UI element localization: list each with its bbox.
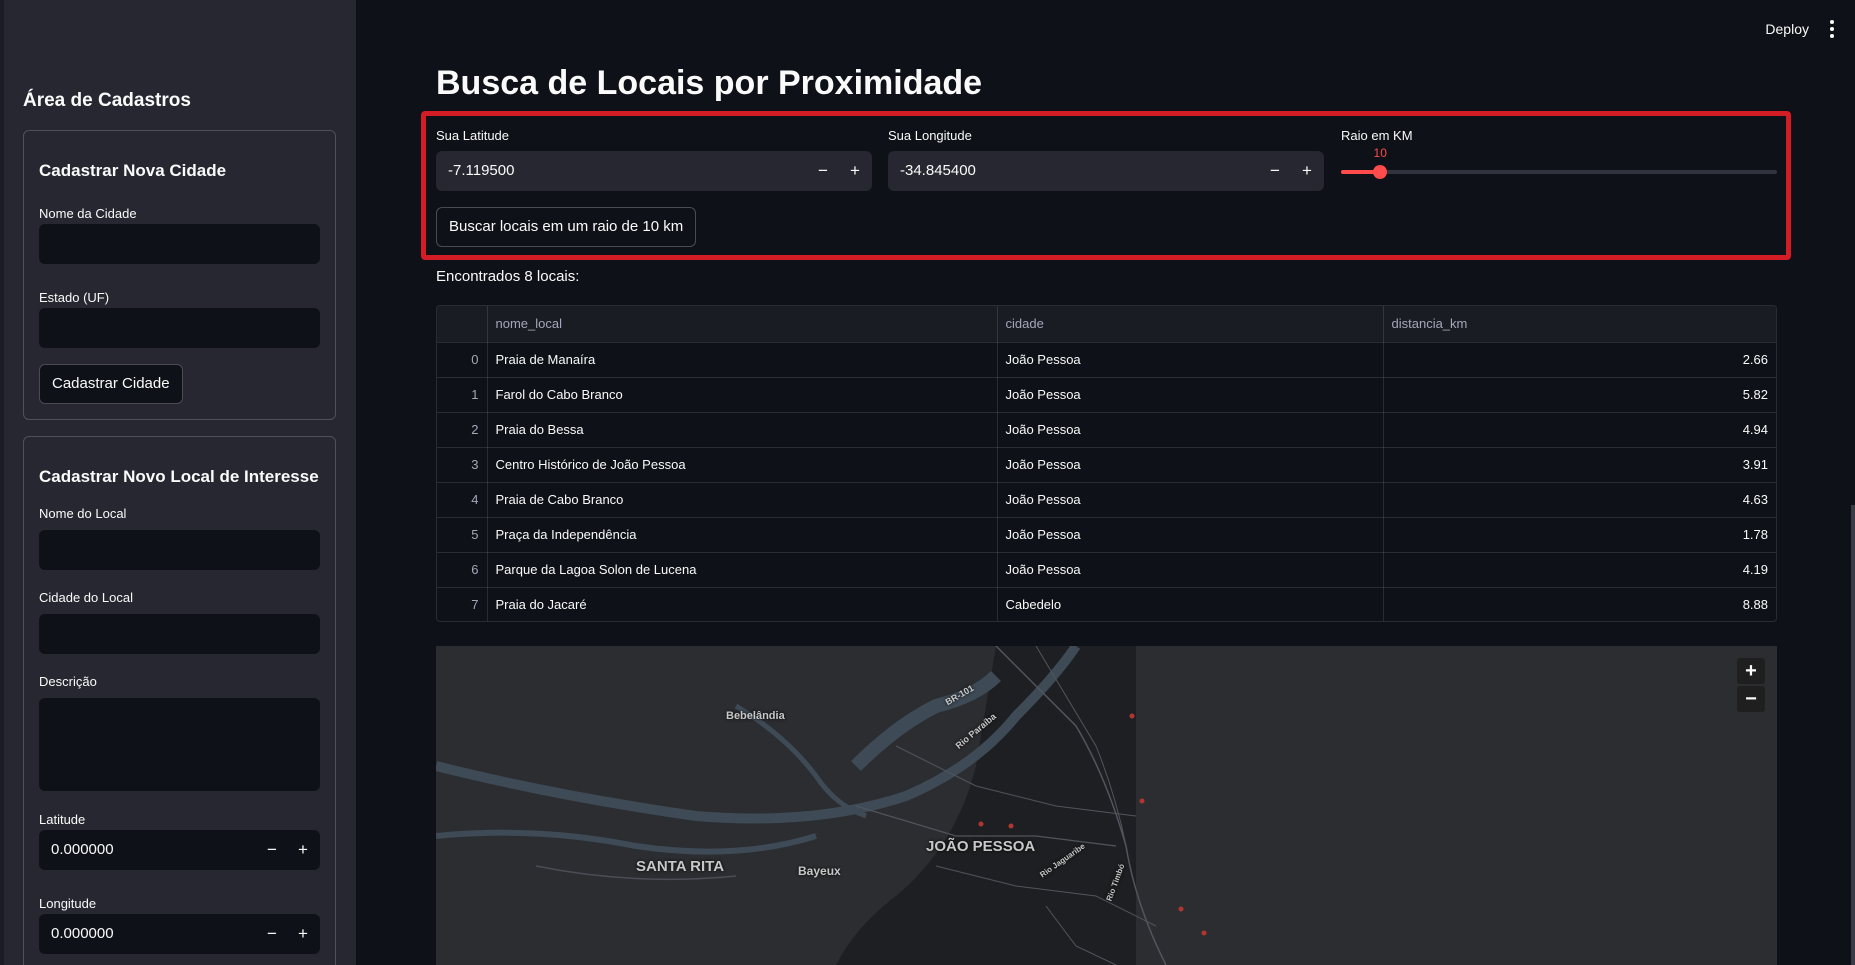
sidebar: Área de Cadastros Cadastrar Nova Cidade … — [0, 0, 356, 965]
row-index-cell: 6 — [437, 552, 488, 588]
map-tiles — [436, 646, 1777, 965]
place-lon-label: Longitude — [39, 896, 97, 911]
page-title: Busca de Locais por Proximidade — [436, 64, 983, 102]
map-label-santa-rita: SANTA RITA — [636, 858, 725, 875]
distancia-cell: 2.66 — [1383, 342, 1776, 378]
cidade-cell: Cabedelo — [997, 587, 1384, 621]
column-header-distancia[interactable]: distancia_km — [1383, 306, 1776, 343]
place-lat-input[interactable]: 0.000000 − + — [39, 830, 320, 870]
table-row[interactable]: 2 Praia do Bessa João Pessoa 4.94 — [437, 412, 1776, 448]
cidade-cell: João Pessoa — [997, 377, 1384, 413]
map-label-bebelandia: Bebelândia — [726, 710, 785, 722]
place-city-label: Cidade do Local — [39, 590, 133, 605]
place-lon-input[interactable]: 0.000000 − + — [39, 914, 320, 954]
row-index-cell: 2 — [437, 412, 488, 448]
nome-local-cell: Farol do Cabo Branco — [487, 377, 998, 413]
nome-local-cell: Praia de Manaíra — [487, 342, 998, 378]
distancia-cell: 3.91 — [1383, 447, 1776, 483]
cidade-cell: João Pessoa — [997, 342, 1384, 378]
place-lon-value: 0.000000 — [51, 925, 114, 942]
nome-local-cell: Praia de Cabo Branco — [487, 482, 998, 518]
sidebar-title: Área de Cadastros — [23, 90, 191, 111]
kebab-menu-icon[interactable] — [1827, 20, 1837, 38]
city-name-input[interactable] — [39, 224, 320, 264]
deploy-button[interactable]: Deploy — [1765, 21, 1809, 37]
table-header-row: nome_local cidade distancia_km — [437, 306, 1776, 343]
header-actions: Deploy — [1765, 20, 1837, 38]
place-name-label: Nome do Local — [39, 506, 127, 521]
place-lat-decrement-button[interactable]: − — [257, 830, 287, 870]
cidade-cell: João Pessoa — [997, 447, 1384, 483]
table-row[interactable]: 0 Praia de Manaíra João Pessoa 2.66 — [437, 342, 1776, 378]
table-row[interactable]: 6 Parque da Lagoa Solon de Lucena João Pes… — [437, 552, 1776, 588]
place-lat-increment-button[interactable]: + — [288, 830, 318, 870]
nome-local-cell: Praia do Bessa — [487, 412, 998, 448]
row-index-cell: 1 — [437, 377, 488, 413]
cidade-cell: João Pessoa — [997, 517, 1384, 553]
nome-local-cell: Praça da Independência — [487, 517, 998, 553]
nome-local-cell: Centro Histórico de João Pessoa — [487, 447, 998, 483]
table-row[interactable]: 4 Praia de Cabo Branco João Pessoa 4.63 — [437, 482, 1776, 518]
map[interactable]: Bebelândia SANTA RITA Bayeux JOÃO PESSOA… — [436, 646, 1777, 965]
row-index-cell: 7 — [437, 587, 488, 621]
cidade-cell: João Pessoa — [997, 482, 1384, 518]
row-index-cell: 5 — [437, 517, 488, 553]
city-name-label: Nome da Cidade — [39, 206, 137, 221]
place-form-title: Cadastrar Novo Local de Interesse — [39, 467, 319, 486]
distancia-cell: 8.88 — [1742, 597, 1768, 613]
map-label-joao-pessoa: JOÃO PESSOA — [926, 838, 1036, 855]
description-textarea[interactable] — [39, 698, 320, 791]
place-name-input[interactable] — [39, 530, 320, 570]
place-lat-label: Latitude — [39, 812, 86, 827]
distancia-cell: 4.94 — [1383, 412, 1776, 448]
distancia-cell: 1.78 — [1383, 517, 1776, 553]
nome-local-cell: Parque da Lagoa Solon de Lucena — [487, 552, 998, 588]
result-count: Encontrados 8 locais: — [436, 268, 580, 285]
page-scrollbar[interactable] — [1851, 505, 1855, 965]
city-form-title: Cadastrar Nova Cidade — [39, 161, 227, 180]
register-city-button[interactable]: Cadastrar Cidade — [39, 364, 183, 404]
table-row[interactable]: 3 Centro Histórico de João Pessoa João Pes… — [437, 447, 1776, 483]
results-table[interactable]: nome_local cidade distancia_km 0 Praia de… — [436, 305, 1777, 622]
place-city-input[interactable] — [39, 614, 320, 654]
cidade-cell: João Pessoa — [997, 412, 1384, 448]
state-label: Estado (UF) — [39, 290, 110, 305]
column-header-cidade[interactable]: cidade — [997, 306, 1384, 343]
sidebar-edge — [0, 0, 4, 965]
state-input[interactable] — [39, 308, 320, 348]
map-label-bayeux: Bayeux — [798, 864, 841, 878]
nome-local-cell: Praia do Jacaré — [487, 587, 998, 621]
description-label: Descrição — [39, 674, 97, 689]
distancia-cell: 4.63 — [1383, 482, 1776, 518]
place-lon-increment-button[interactable]: + — [288, 914, 318, 954]
place-lat-value: 0.000000 — [51, 841, 114, 858]
city-form: Cadastrar Nova Cidade Nome da Cidade Est… — [23, 130, 336, 420]
row-index-cell: 0 — [437, 342, 488, 378]
table-row[interactable]: 5 Praça da Independência João Pessoa 1.78 — [437, 517, 1776, 553]
distancia-cell: 4.19 — [1383, 552, 1776, 588]
place-lon-decrement-button[interactable]: − — [257, 914, 287, 954]
distancia-cell: 5.82 — [1383, 377, 1776, 413]
app-root: Área de Cadastros Cadastrar Nova Cidade … — [0, 0, 1855, 965]
highlight-box — [421, 111, 1791, 260]
table-row[interactable]: 1 Farol do Cabo Branco João Pessoa 5.82 — [437, 377, 1776, 413]
column-header-nome-local[interactable]: nome_local — [487, 306, 998, 343]
zoom-in-button[interactable]: + — [1737, 658, 1765, 684]
zoom-out-button[interactable]: − — [1737, 686, 1765, 712]
place-form: Cadastrar Novo Local de Interesse Nome d… — [23, 436, 336, 965]
row-index-cell: 3 — [437, 447, 488, 483]
cidade-cell: João Pessoa — [997, 552, 1384, 588]
column-header-index[interactable] — [437, 306, 488, 343]
row-index-cell: 4 — [437, 482, 488, 518]
table-row[interactable]: 7 Praia do Jacaré Cabedelo 8.88 — [437, 587, 1776, 621]
